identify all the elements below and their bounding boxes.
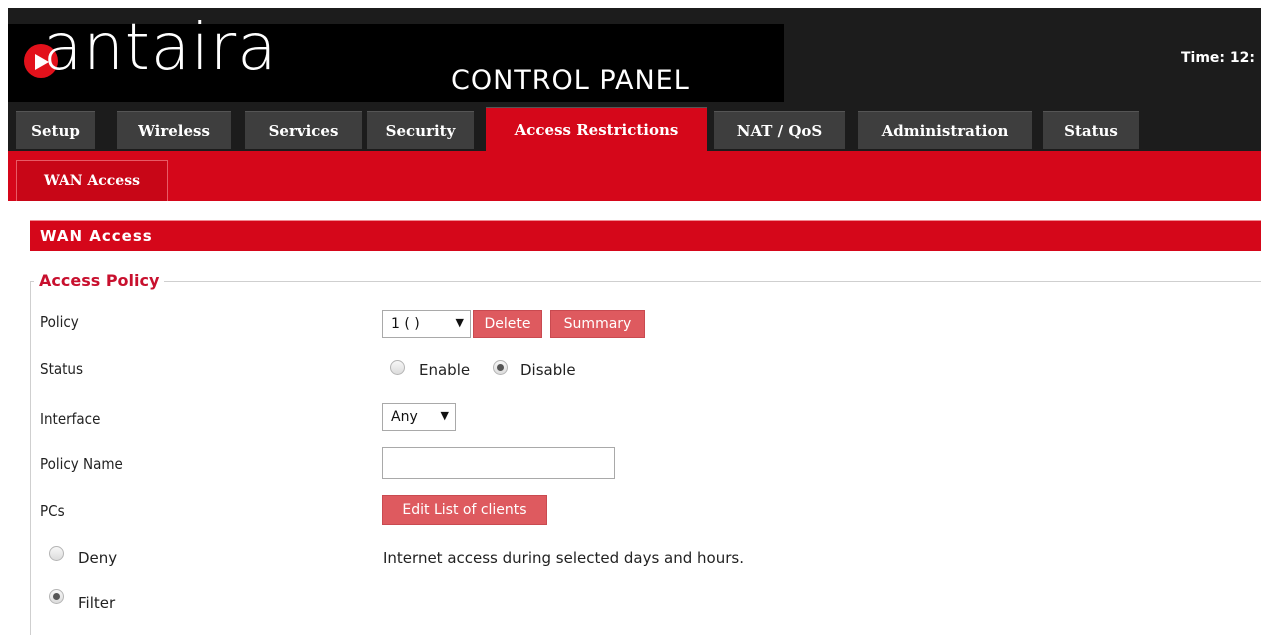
- policy-name-input[interactable]: [382, 447, 615, 479]
- interface-label: Interface: [40, 410, 101, 428]
- status-label: Status: [40, 360, 84, 378]
- summary-button[interactable]: Summary: [550, 310, 645, 338]
- tab-wireless[interactable]: Wireless: [117, 111, 231, 149]
- edit-clients-button[interactable]: Edit List of clients: [382, 495, 547, 525]
- policy-label: Policy: [40, 313, 79, 331]
- delete-button[interactable]: Delete: [473, 310, 542, 338]
- policy-name-label: Policy Name: [40, 455, 123, 473]
- panel-title: CONTROL PANEL: [451, 65, 690, 96]
- interface-select-value: Any: [391, 409, 418, 425]
- chevron-down-icon: ▼: [455, 316, 464, 329]
- tab-setup[interactable]: Setup: [16, 111, 95, 149]
- status-enable-radio[interactable]: [390, 360, 405, 375]
- deny-radio[interactable]: [49, 546, 64, 561]
- policy-select[interactable]: 1 ( ) ▼: [382, 310, 471, 338]
- interface-select[interactable]: Any ▼: [382, 403, 456, 431]
- tab-services[interactable]: Services: [245, 111, 362, 149]
- fieldset-border-top: [30, 281, 1261, 282]
- tab-access-restrictions[interactable]: Access Restrictions: [486, 107, 707, 151]
- logo: antaira: [43, 11, 278, 85]
- tab-security[interactable]: Security: [367, 111, 474, 149]
- status-disable-radio[interactable]: [493, 360, 508, 375]
- pcs-label: PCs: [40, 502, 65, 520]
- status-enable-label: Enable: [419, 361, 471, 379]
- tab-administration[interactable]: Administration: [858, 111, 1032, 149]
- deny-label: Deny: [78, 549, 118, 567]
- fieldset-border-left: [30, 281, 31, 635]
- tab-nat-qos[interactable]: NAT / QoS: [714, 111, 845, 149]
- chevron-down-icon: ▼: [440, 409, 449, 422]
- fieldset-legend: Access Policy: [34, 271, 165, 290]
- time-display: Time: 12:: [1181, 50, 1255, 66]
- tab-status[interactable]: Status: [1043, 111, 1139, 149]
- policy-select-value: 1 ( ): [391, 316, 420, 332]
- sub-navigation-bar: [8, 151, 1261, 201]
- filter-label: Filter: [78, 594, 116, 612]
- section-header: WAN Access: [30, 220, 1261, 251]
- access-description: Internet access during selected days and…: [383, 549, 744, 567]
- filter-radio[interactable]: [49, 589, 64, 604]
- status-disable-label: Disable: [520, 361, 576, 379]
- brand-banner: antaira CONTROL PANEL: [8, 11, 784, 102]
- subtab-wan-access[interactable]: WAN Access: [16, 160, 168, 201]
